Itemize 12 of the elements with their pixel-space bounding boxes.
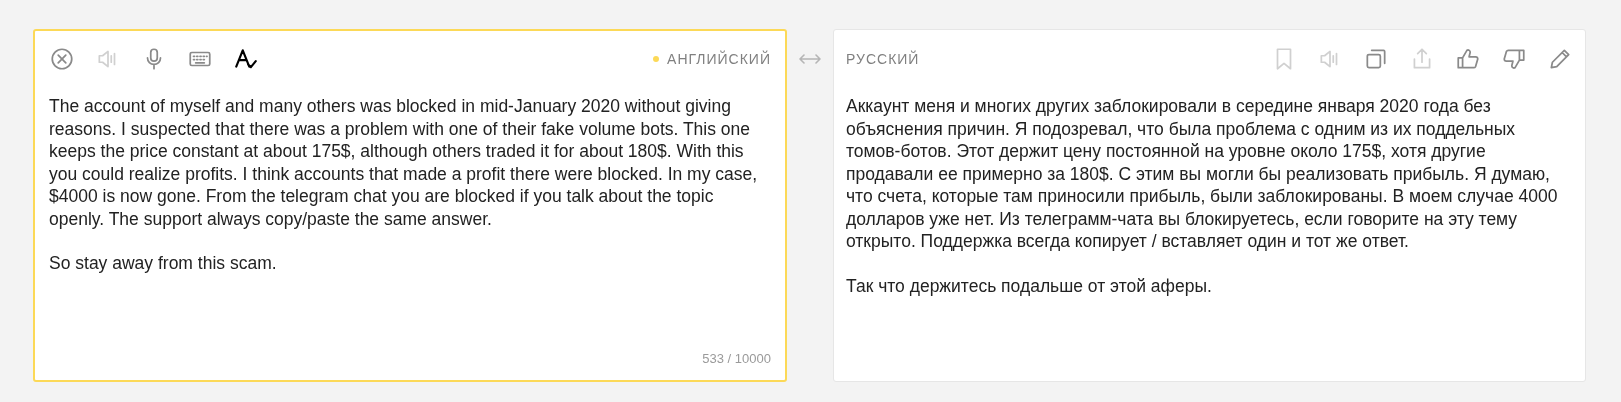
thumbs-up-icon[interactable] xyxy=(1455,46,1481,72)
source-text: The account of myself and many others was blocked in mid-January 2020 without giving reasons. I suspected that there was a problem with one of their fake volume bots. This one keeps the price constant at about 175$, although others traded it for about 180$. With this you could realize profits. I think accounts that made a profit there were blocked. In my case, $4000 is now gone. From the telegram chat you are blocked if you talk about the topic openly. The support always copy/paste the same answer. xyxy=(49,95,759,230)
thumbs-down-icon[interactable] xyxy=(1501,46,1527,72)
copy-icon[interactable] xyxy=(1363,46,1389,72)
character-counter: 533 / 10000 xyxy=(702,349,771,368)
source-text: So stay away from this scam. xyxy=(49,252,278,275)
target-language[interactable]: РУССКИЙ xyxy=(846,48,920,70)
translation-text: Аккаунт меня и многих других заблокировали в середине января 2020 года без объяснения причин. Я подозревал, что была проблема с одним из их поддельных томов-ботов. Этот держит цену постоянной на уровне около 175$, хотя другие продавали ее примерно за 180$. С этим вы могли бы реализовать прибыль. Я думаю, что счета, которые там приносили прибыль, были заблокированы. В моем случае 4000 долларов уже нет. Из телеграмм-чата вы блокируетесь, если говорите на эту тему открыто. Поддержка всегда копирует / вставляет один и тот же ответ. xyxy=(846,95,1559,253)
swap-languages-icon[interactable] xyxy=(799,53,821,65)
clear-icon[interactable] xyxy=(49,46,75,72)
source-language[interactable]: АНГЛИЙСКИЙ xyxy=(667,48,771,70)
translation-text: Так что держитесь подальше от этой аферы. xyxy=(846,274,1213,297)
